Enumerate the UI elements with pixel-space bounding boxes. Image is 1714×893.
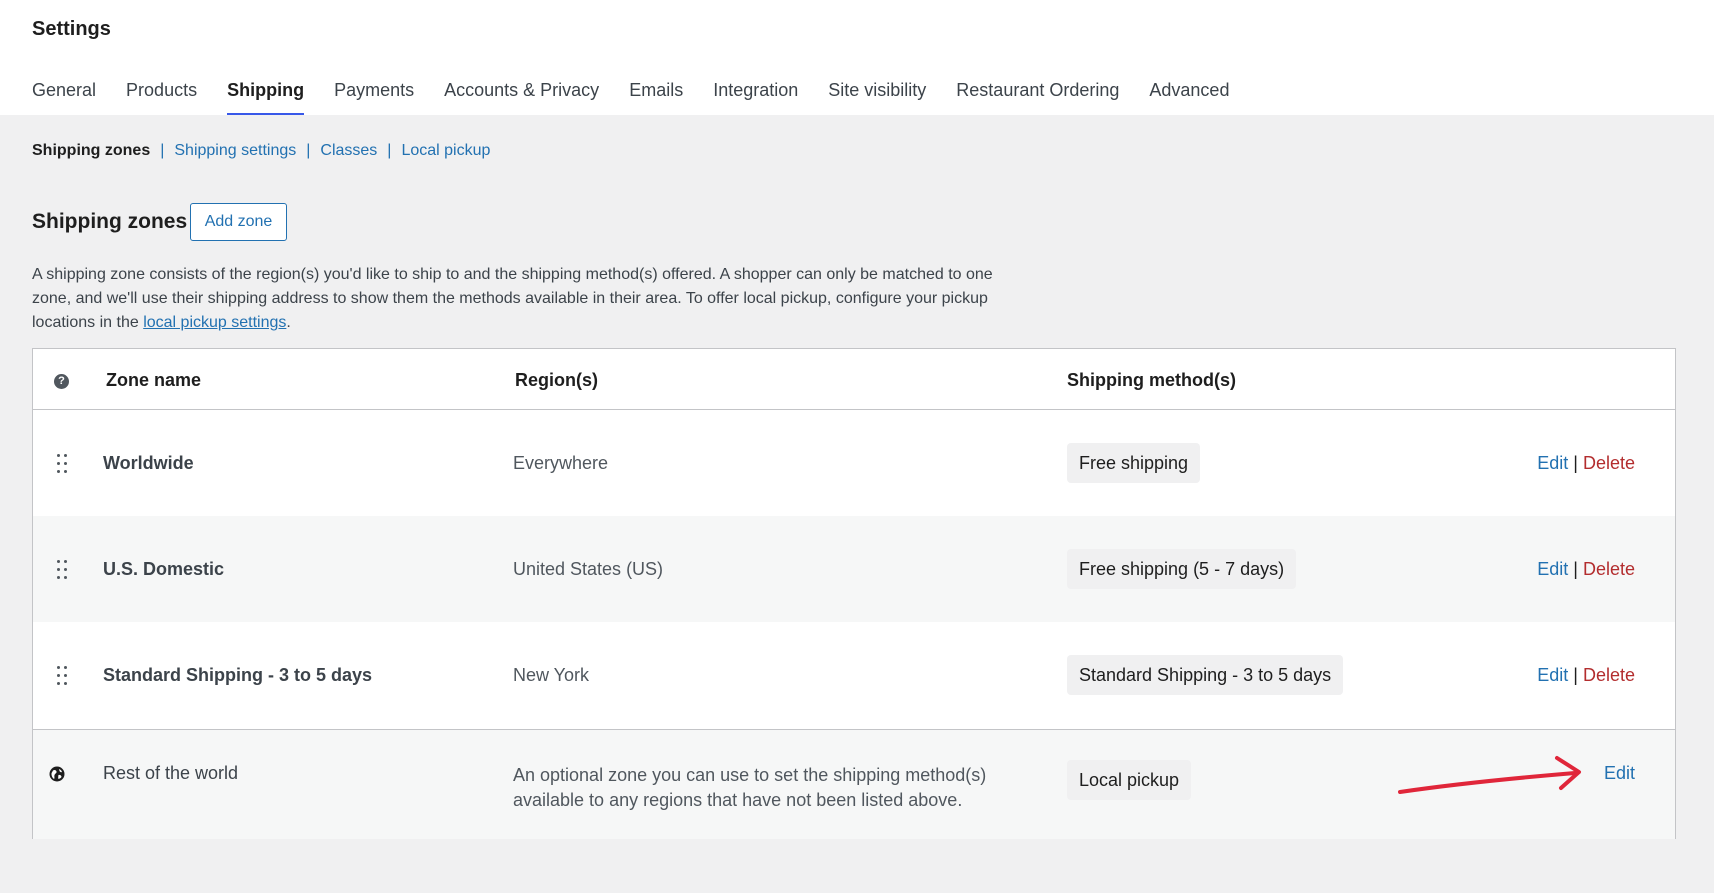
shipping-zones-heading: Shipping zones (32, 210, 188, 233)
subnav-separator: | (160, 142, 165, 159)
table-row: Standard Shipping - 3 to 5 days New York… (33, 622, 1675, 728)
zone-region: United States (US) (513, 559, 664, 579)
drag-handle-icon[interactable] (57, 454, 69, 474)
table-row: U.S. Domestic United States (US) Free sh… (33, 516, 1675, 622)
shipping-method-badge: Free shipping (5 - 7 days) (1067, 549, 1297, 589)
delete-link[interactable]: Delete (1583, 453, 1635, 473)
description-end: . (286, 314, 291, 331)
page-title: Settings (32, 18, 111, 40)
shipping-subnav: Shipping zones | Shipping settings | Cla… (32, 142, 490, 160)
rest-of-world-edit-link[interactable]: Edit (1604, 763, 1635, 783)
delete-link[interactable]: Delete (1583, 559, 1635, 579)
subnav-classes[interactable]: Classes (320, 142, 377, 160)
delete-link[interactable]: Delete (1583, 665, 1635, 685)
tab-payments[interactable]: Payments (334, 78, 414, 115)
settings-tabs: General Products Shipping Payments Accou… (32, 78, 1259, 115)
action-separator: | (1573, 453, 1578, 473)
red-arrow-icon (1398, 756, 1581, 794)
zone-region: Everywhere (513, 453, 609, 473)
tab-emails[interactable]: Emails (629, 78, 683, 115)
zone-name: Worldwide (103, 453, 194, 473)
subnav-separator: | (387, 142, 392, 159)
zone-name: U.S. Domestic (103, 559, 225, 579)
column-methods: Shipping method(s) (1067, 370, 1236, 390)
zone-name: Rest of the world (103, 763, 239, 783)
action-separator: | (1573, 559, 1578, 579)
edit-link[interactable]: Edit (1537, 453, 1568, 473)
subnav-local-pickup[interactable]: Local pickup (401, 142, 490, 160)
zone-name: Standard Shipping - 3 to 5 days (103, 665, 373, 685)
drag-handle-icon[interactable] (57, 666, 69, 686)
add-zone-button[interactable]: Add zone (190, 203, 287, 241)
shipping-method-badge: Standard Shipping - 3 to 5 days (1067, 655, 1344, 695)
tab-general[interactable]: General (32, 78, 96, 115)
tab-advanced[interactable]: Advanced (1149, 78, 1229, 115)
subnav-shipping-zones: Shipping zones (32, 142, 151, 159)
zone-region: New York (513, 665, 590, 685)
globe-icon (49, 766, 65, 782)
row-actions: Edit | Delete (1537, 453, 1635, 474)
column-zone-name: Zone name (106, 370, 202, 390)
table-header: ? Zone name Region(s) Shipping method(s) (33, 349, 1675, 410)
action-separator: | (1573, 665, 1578, 685)
help-icon[interactable]: ? (54, 374, 69, 389)
tab-restaurant-ordering[interactable]: Restaurant Ordering (956, 78, 1119, 115)
edit-link[interactable]: Edit (1537, 665, 1568, 685)
zone-region: An optional zone you can use to set the … (513, 765, 987, 810)
shipping-method-badge: Free shipping (1067, 443, 1201, 483)
row-actions: Edit (1604, 763, 1635, 784)
row-actions: Edit | Delete (1537, 665, 1635, 686)
subnav-shipping-settings[interactable]: Shipping settings (174, 142, 296, 160)
shipping-method-badge: Local pickup (1067, 760, 1192, 800)
tab-products[interactable]: Products (126, 78, 197, 115)
edit-link[interactable]: Edit (1537, 559, 1568, 579)
tab-integration[interactable]: Integration (713, 78, 798, 115)
row-actions: Edit | Delete (1537, 559, 1635, 580)
settings-header: Settings General Products Shipping Payme… (0, 0, 1714, 115)
tab-shipping[interactable]: Shipping (227, 78, 305, 115)
local-pickup-settings-link[interactable]: local pickup settings (143, 314, 286, 331)
subnav-separator: | (306, 142, 311, 159)
tab-accounts-privacy[interactable]: Accounts & Privacy (444, 78, 599, 115)
zones-description: A shipping zone consists of the region(s… (32, 263, 1032, 335)
column-regions: Region(s) (515, 370, 598, 390)
tab-site-visibility[interactable]: Site visibility (828, 78, 926, 115)
drag-handle-icon[interactable] (57, 560, 69, 580)
table-row: Worldwide Everywhere Free shipping Edit |… (33, 410, 1675, 516)
